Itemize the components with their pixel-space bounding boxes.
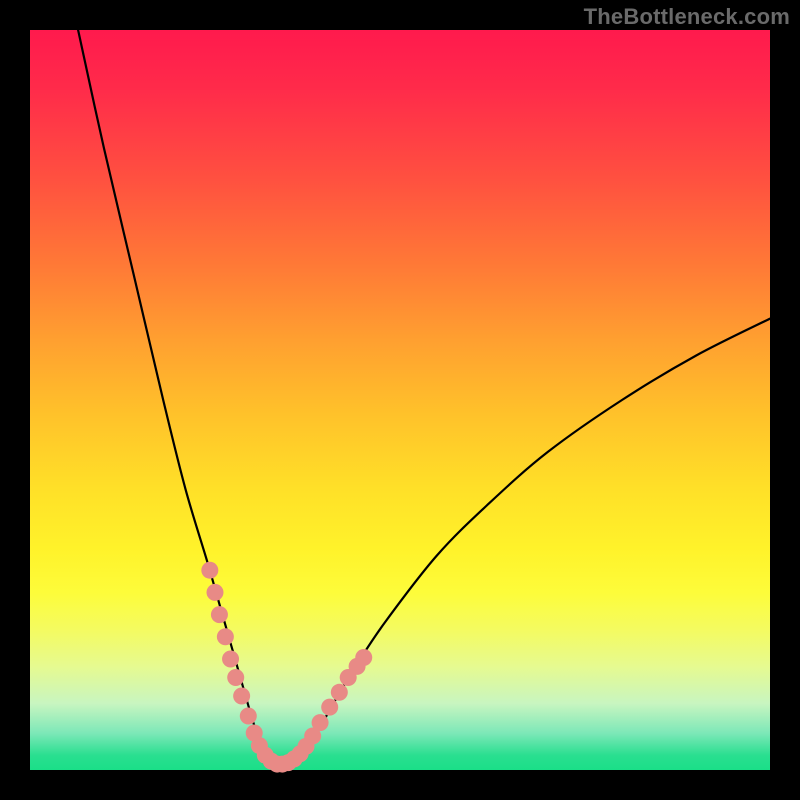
highlight-marker xyxy=(227,669,244,686)
highlight-marker xyxy=(201,562,218,579)
highlight-marker xyxy=(211,606,228,623)
curve-layer xyxy=(78,30,770,766)
chart-frame: TheBottleneck.com xyxy=(0,0,800,800)
highlight-marker xyxy=(312,714,329,731)
highlight-marker xyxy=(331,684,348,701)
highlight-marker xyxy=(217,628,234,645)
highlight-marker xyxy=(240,707,257,724)
bottleneck-plot xyxy=(30,30,770,770)
highlight-marker xyxy=(222,651,239,668)
highlight-marker xyxy=(355,649,372,666)
marker-layer xyxy=(201,562,372,773)
bottleneck-curve xyxy=(78,30,770,766)
watermark-label: TheBottleneck.com xyxy=(584,4,790,30)
highlight-marker xyxy=(233,688,250,705)
highlight-marker xyxy=(207,584,224,601)
highlight-marker xyxy=(321,699,338,716)
